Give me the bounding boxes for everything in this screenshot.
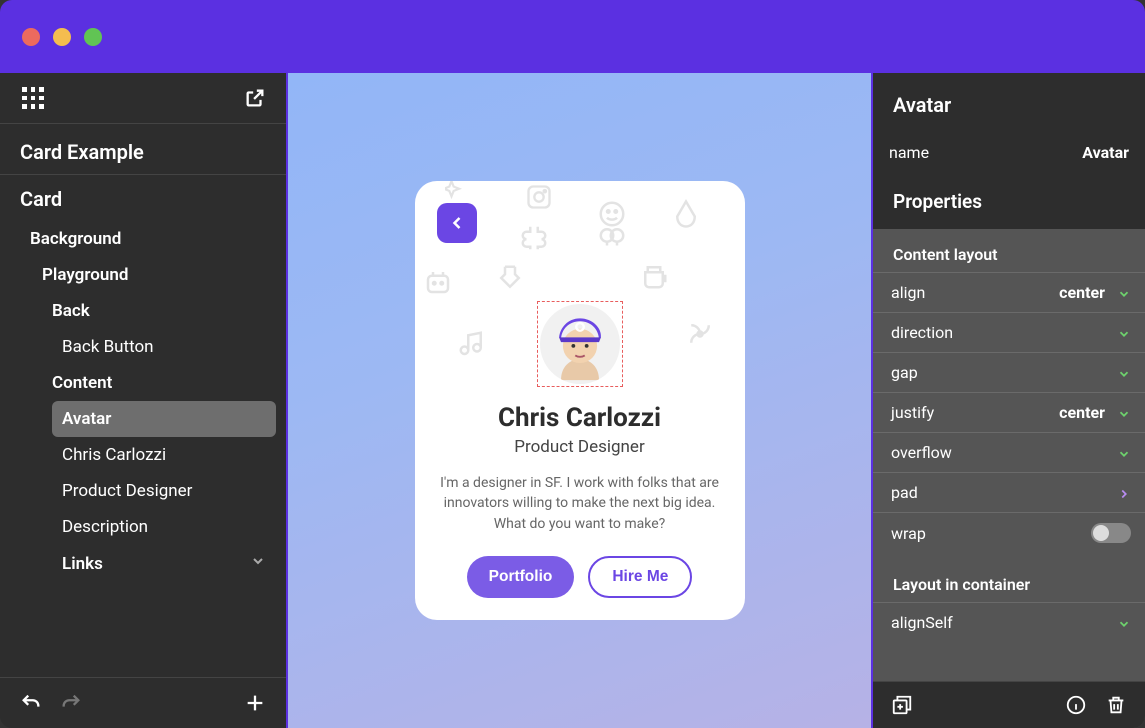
chevron-right-icon — [1117, 486, 1131, 500]
prop-gap[interactable]: gap — [873, 352, 1145, 392]
chevron-down-icon — [1117, 326, 1131, 340]
tree-item-label: Links — [62, 554, 103, 574]
add-icon[interactable] — [244, 692, 266, 714]
tree-item-product-designer[interactable]: Product Designer — [52, 473, 276, 509]
chevron-down-icon — [1117, 406, 1131, 420]
right-panel: Avatar name Avatar Properties Content la… — [873, 73, 1145, 728]
info-icon[interactable] — [1065, 694, 1087, 716]
tree-item-back[interactable]: Back — [42, 293, 276, 329]
profile-role: Product Designer — [437, 437, 723, 457]
prop-align-self[interactable]: alignSelf — [873, 602, 1145, 642]
profile-description: I'm a designer in SF. I work with folks … — [437, 473, 723, 534]
prop-label: align — [891, 283, 1059, 302]
prop-overflow[interactable]: overflow — [873, 432, 1145, 472]
back-button[interactable] — [437, 203, 477, 243]
prop-label: pad — [891, 483, 1117, 502]
prop-align[interactable]: align center — [873, 272, 1145, 312]
hire-me-button[interactable]: Hire Me — [588, 556, 692, 598]
prop-label: direction — [891, 323, 1117, 342]
content-layout-header: Content layout — [873, 229, 1145, 272]
prop-name-value: Avatar — [1082, 143, 1129, 162]
chevron-down-icon — [1117, 446, 1131, 460]
tree-item-avatar[interactable]: Avatar — [52, 401, 276, 437]
prop-label: alignSelf — [891, 613, 1117, 632]
chevron-down-icon — [1117, 616, 1131, 630]
open-external-icon[interactable] — [244, 87, 266, 109]
left-panel: Card Example Card Background Playground … — [0, 73, 286, 728]
chevron-down-icon — [1117, 366, 1131, 380]
prop-label: overflow — [891, 443, 1117, 462]
profile-name: Chris Carlozzi — [437, 403, 723, 433]
prop-label: wrap — [891, 524, 1091, 543]
tree-item-links[interactable]: Links — [52, 545, 276, 582]
profile-card: Chris Carlozzi Product Designer I'm a de… — [415, 181, 745, 620]
properties-header: Properties — [873, 174, 1145, 229]
prop-label: justify — [891, 403, 1059, 422]
tree-item-chris[interactable]: Chris Carlozzi — [52, 437, 276, 473]
layout-in-container-header: Layout in container — [873, 553, 1145, 602]
trash-icon[interactable] — [1105, 694, 1127, 716]
prop-justify[interactable]: justify center — [873, 392, 1145, 432]
chevron-down-icon — [250, 553, 266, 574]
selection-title: Avatar — [873, 73, 1145, 131]
prop-value: center — [1059, 283, 1105, 302]
prop-name-label: name — [889, 143, 929, 162]
chevron-down-icon — [1117, 286, 1131, 300]
tree-item-description[interactable]: Description — [52, 509, 276, 545]
prop-name-row[interactable]: name Avatar — [873, 131, 1145, 174]
apps-grid-icon[interactable] — [22, 87, 44, 109]
tree-item-back-button[interactable]: Back Button — [52, 329, 276, 365]
prop-wrap[interactable]: wrap — [873, 512, 1145, 553]
portfolio-button[interactable]: Portfolio — [467, 556, 575, 598]
prop-pad[interactable]: pad — [873, 472, 1145, 512]
avatar — [540, 304, 620, 384]
prop-label: gap — [891, 363, 1117, 382]
redo-icon[interactable] — [60, 692, 82, 714]
undo-icon[interactable] — [20, 692, 42, 714]
window-zoom-dot[interactable] — [84, 28, 102, 46]
decorative-bg-icons — [415, 181, 745, 620]
tree-item-playground[interactable]: Playground — [32, 257, 276, 293]
window-minimize-dot[interactable] — [53, 28, 71, 46]
duplicate-icon[interactable] — [891, 694, 913, 716]
component-title: Card — [0, 175, 286, 219]
prop-value: center — [1059, 403, 1105, 422]
tree-item-background[interactable]: Background — [20, 221, 276, 257]
canvas[interactable]: Chris Carlozzi Product Designer I'm a de… — [286, 73, 873, 728]
wrap-toggle[interactable] — [1091, 523, 1131, 543]
project-title: Card Example — [0, 124, 286, 175]
tree-item-content[interactable]: Content — [42, 365, 276, 401]
window-titlebar — [0, 0, 1145, 73]
avatar-selection[interactable] — [537, 301, 623, 387]
component-tree: Background Playground Back Back Button C… — [0, 219, 286, 592]
window-close-dot[interactable] — [22, 28, 40, 46]
prop-direction[interactable]: direction — [873, 312, 1145, 352]
